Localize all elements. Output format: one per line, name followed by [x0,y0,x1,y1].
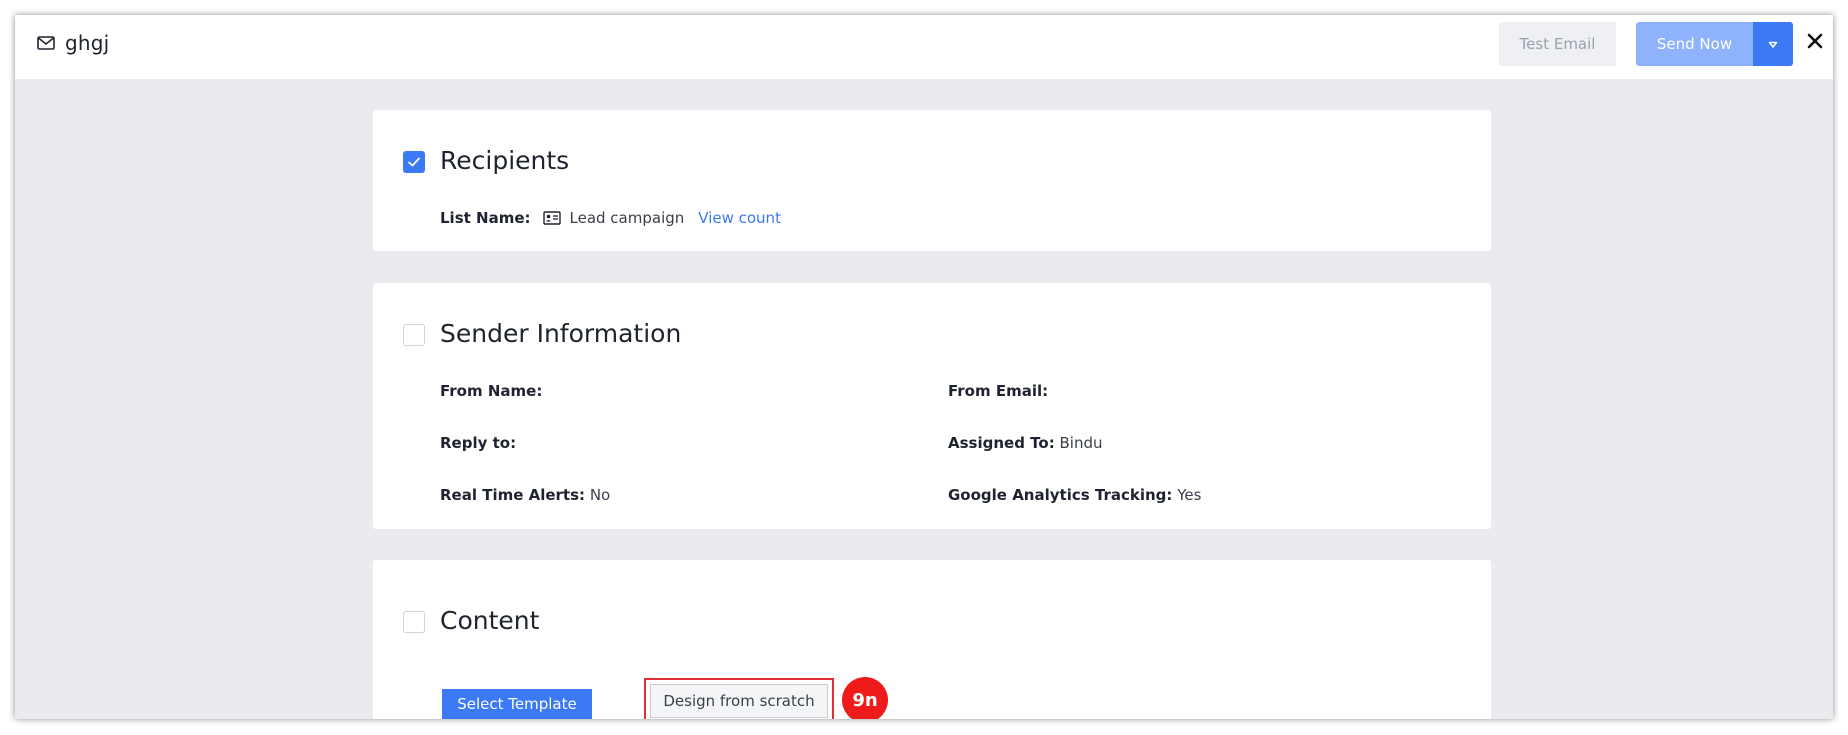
campaign-title: ghgj [37,31,109,55]
close-icon [1807,33,1823,53]
list-name-value: Lead campaign [569,209,685,227]
caret-down-icon [1767,35,1779,54]
send-now-button[interactable]: Send Now [1636,22,1753,66]
step-annotation-badge: 9n [842,677,888,719]
reply-to-label: Reply to: [440,434,517,452]
design-from-scratch-highlight[interactable]: Design from scratch [644,678,834,719]
design-from-scratch-button[interactable]: Design from scratch [650,684,828,718]
content-checkbox[interactable] [403,611,425,633]
list-name-row: List Name: Lead campaign View count [440,209,781,227]
real-time-alerts-field: Real Time Alerts: No [440,486,610,504]
assigned-to-field: Assigned To: Bindu [948,434,1102,452]
content-section: Content Select Template Design from scra… [373,560,1491,719]
recipients-checkbox[interactable] [403,151,425,173]
real-time-alerts-value: No [589,486,611,504]
email-campaign-dialog: ghgj Test Email Send Now Recipients List… [15,15,1833,719]
envelope-icon [37,36,55,50]
assigned-to-value: Bindu [1059,434,1103,452]
from-name-field: From Name: [440,382,542,400]
content-title: Content [440,606,540,635]
view-count-link[interactable]: View count [698,209,781,227]
contact-card-icon [542,211,561,225]
checkmark-icon [407,153,421,172]
send-options-dropdown-button[interactable] [1753,22,1793,66]
from-name-label: From Name: [440,382,543,400]
sender-information-section: Sender Information From Name: From Email… [373,283,1491,529]
ga-tracking-label: Google Analytics Tracking: [948,486,1173,504]
select-template-button[interactable]: Select Template [442,689,592,719]
test-email-button[interactable]: Test Email [1499,22,1616,66]
sender-information-title: Sender Information [440,319,682,348]
ga-tracking-field: Google Analytics Tracking: Yes [948,486,1201,504]
close-button[interactable] [1801,25,1829,61]
reply-to-field: Reply to: [440,434,516,452]
sender-information-checkbox[interactable] [403,324,425,346]
ga-tracking-value: Yes [1177,486,1202,504]
campaign-name: ghgj [65,31,110,55]
recipients-title: Recipients [440,146,570,175]
recipients-section: Recipients List Name: Lead campaign View… [373,110,1491,251]
list-name-label: List Name: [440,209,531,227]
assigned-to-label: Assigned To: [948,434,1055,452]
real-time-alerts-label: Real Time Alerts: [440,486,586,504]
dialog-header: ghgj Test Email Send Now [15,15,1833,79]
from-email-label: From Email: [948,382,1049,400]
from-email-field: From Email: [948,382,1048,400]
